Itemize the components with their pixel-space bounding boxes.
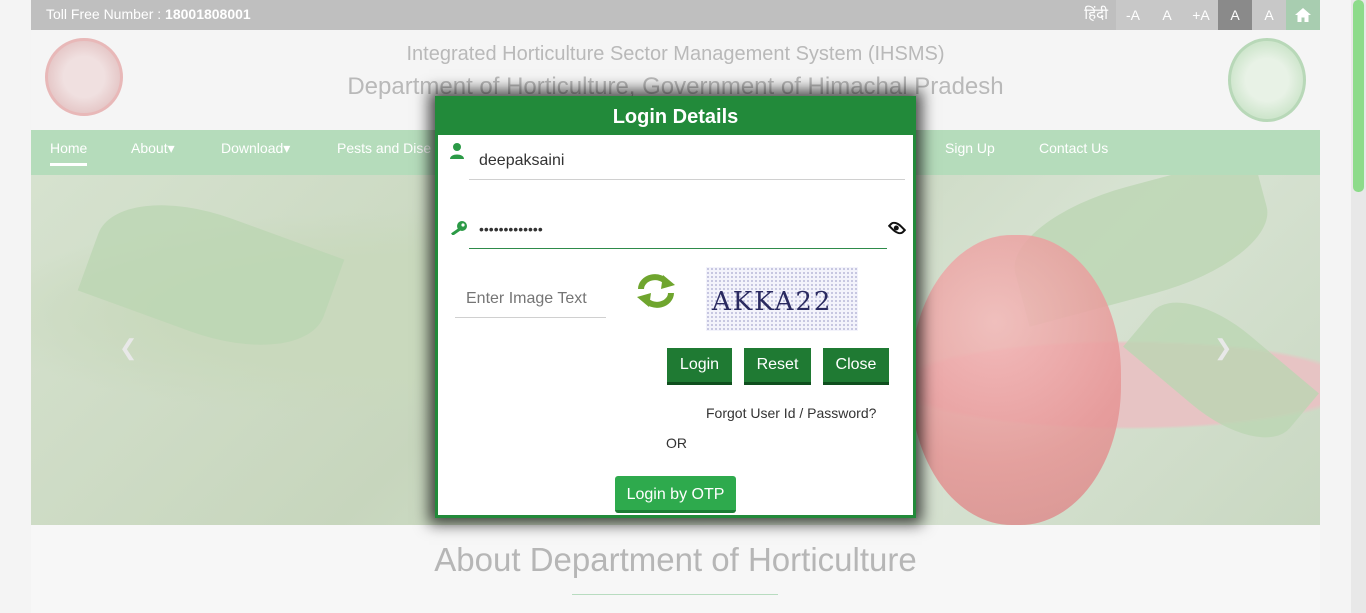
leaf-shape xyxy=(77,177,345,373)
about-section: About Department of Horticulture xyxy=(31,525,1320,613)
nav-home[interactable]: Home xyxy=(50,140,88,166)
modal-title: Login Details xyxy=(438,99,913,135)
user-icon xyxy=(450,143,464,164)
login-modal: Login Details AKKA22 Login Reset Close F… xyxy=(435,96,916,518)
forgot-password-link[interactable]: Forgot User Id / Password? xyxy=(706,405,876,421)
nav-pests[interactable]: Pests and Dise xyxy=(337,140,431,156)
about-title: About Department of Horticulture xyxy=(434,541,917,578)
contrast-dark-button[interactable]: A xyxy=(1218,0,1252,30)
login-by-otp-button[interactable]: Login by OTP xyxy=(615,476,736,513)
language-link[interactable]: हिंदी xyxy=(1084,0,1116,30)
captcha-input[interactable] xyxy=(466,287,606,311)
captcha-image: AKKA22 xyxy=(706,267,858,331)
mission-logo xyxy=(1228,38,1306,122)
carousel-next-icon[interactable]: ❯ xyxy=(1214,335,1232,361)
nav-contact[interactable]: Contact Us xyxy=(1039,140,1108,156)
carousel-prev-icon[interactable]: ❮ xyxy=(119,335,137,361)
close-button[interactable]: Close xyxy=(823,348,889,385)
nav-download[interactable]: Download▾ xyxy=(221,140,290,157)
toll-label: Toll Free Number : xyxy=(46,6,162,22)
nav-sign-up[interactable]: Sign Up xyxy=(945,140,995,156)
font-decrease-button[interactable]: -A xyxy=(1116,0,1150,30)
scrollbar-thumb[interactable] xyxy=(1353,0,1364,192)
toll-free: Toll Free Number : 18001808001 xyxy=(46,6,251,22)
page-scrollbar[interactable] xyxy=(1351,0,1366,613)
font-increase-button[interactable]: +A xyxy=(1184,0,1218,30)
key-icon xyxy=(450,221,468,240)
system-title: Integrated Horticulture Sector Managemen… xyxy=(406,43,945,65)
reset-button[interactable]: Reset xyxy=(744,348,811,385)
toll-number: 18001808001 xyxy=(165,6,251,22)
show-password-eye-icon[interactable] xyxy=(887,218,907,238)
refresh-captcha-icon[interactable] xyxy=(635,273,677,309)
nav-about[interactable]: About▾ xyxy=(131,140,175,157)
username-field[interactable] xyxy=(479,149,899,173)
leaf-shape xyxy=(1123,277,1319,463)
password-field[interactable] xyxy=(479,217,879,241)
font-normal-button[interactable]: A xyxy=(1150,0,1184,30)
top-bar: Toll Free Number : 18001808001 हिंदी -A … xyxy=(31,0,1320,30)
about-divider xyxy=(572,594,778,595)
captcha-underline xyxy=(455,317,606,318)
username-underline xyxy=(469,179,905,180)
home-icon[interactable] xyxy=(1286,0,1320,30)
contrast-light-button[interactable]: A xyxy=(1252,0,1286,30)
apple-image xyxy=(911,235,1121,525)
accessibility-tools: हिंदी -A A +A A A xyxy=(1084,0,1320,30)
or-separator: OR xyxy=(666,435,687,451)
password-underline xyxy=(469,248,887,249)
login-button[interactable]: Login xyxy=(667,348,732,385)
